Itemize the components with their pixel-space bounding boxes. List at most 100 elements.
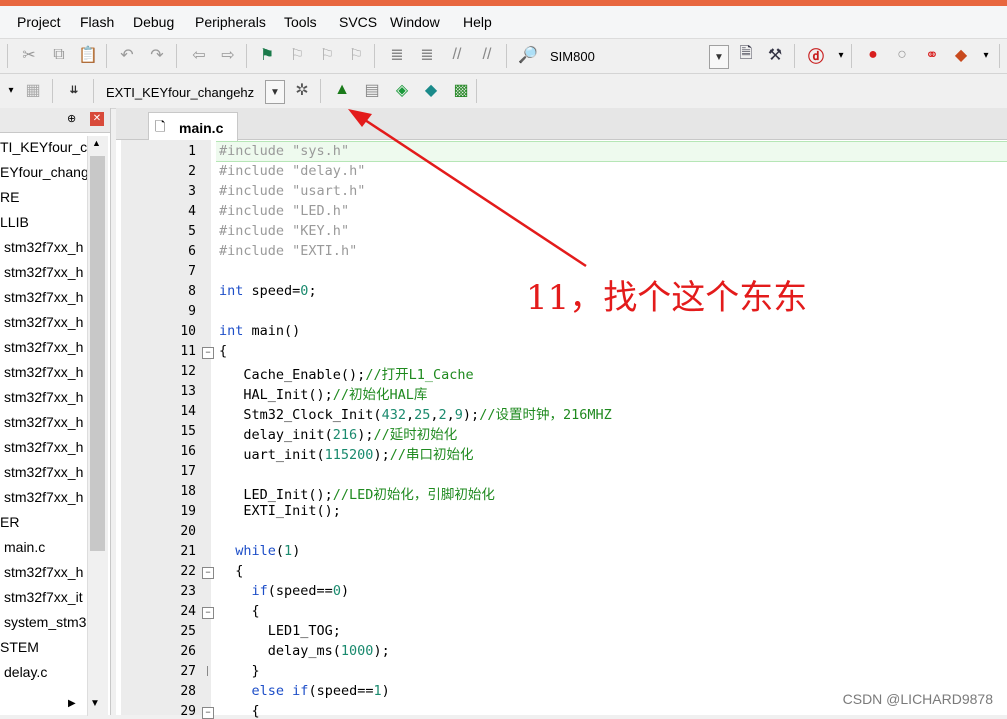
tree-item[interactable]: stm32f7xx_h (4, 364, 83, 380)
bookmark-icon[interactable]: ⚑ (256, 44, 278, 66)
code-line[interactable]: { (219, 603, 260, 619)
tree-item[interactable]: stm32f7xx_h (4, 489, 83, 505)
nav-back-icon[interactable]: ⇦ (188, 44, 210, 66)
tree-item[interactable]: stm32f7xx_h (4, 439, 83, 455)
pack-installer-icon[interactable]: ◈ (391, 79, 413, 101)
chevron-down-icon[interactable]: ▾ (830, 44, 852, 66)
find-icon[interactable]: 🗎 (735, 44, 757, 66)
fold-toggle-icon[interactable]: − (202, 567, 214, 579)
code-line[interactable]: { (219, 563, 243, 579)
tree-item[interactable]: stm32f7xx_h (4, 264, 83, 280)
breakpoint-clear-icon[interactable]: ⚭ (921, 44, 943, 66)
tree-item[interactable]: main.c (4, 539, 45, 555)
code-line[interactable]: LED1_TOG; (219, 623, 341, 639)
code-line[interactable]: LED_Init();//LED初始化，引脚初始化 (219, 483, 495, 503)
manage-runtime-icon[interactable]: ◆ (420, 79, 442, 101)
debug-start-icon[interactable]: ⓓ (805, 44, 827, 66)
tree-item[interactable]: stm32f7xx_h (4, 314, 83, 330)
scroll-thumb[interactable] (90, 156, 105, 551)
nav-forward-icon[interactable]: ⇨ (217, 44, 239, 66)
target-options-icon[interactable]: ✲ (291, 79, 313, 101)
menu-svcs[interactable]: SVCS (339, 14, 377, 30)
tree-item[interactable]: delay.c (4, 664, 47, 680)
chevron-down-icon[interactable]: ▾ (975, 44, 997, 66)
find-combo-dropdown[interactable]: ▼ (709, 45, 729, 69)
copy-icon[interactable]: ⧉ (48, 44, 70, 66)
code-line[interactable]: while(1) (219, 543, 300, 559)
code-line[interactable]: #include "delay.h" (219, 163, 365, 179)
code-line[interactable]: if(speed==0) (219, 583, 350, 599)
code-line[interactable]: int speed=0; (219, 283, 317, 299)
tree-item[interactable]: EYfour_chang (0, 164, 89, 180)
tree-item[interactable]: TI_KEYfour_ch (0, 139, 95, 155)
redo-icon[interactable]: ↷ (146, 44, 168, 66)
manage-components-icon[interactable]: ▲ (331, 79, 353, 101)
target-select-dropdown[interactable]: ▼ (265, 80, 285, 104)
scroll-up-arrow[interactable]: ▲ (92, 138, 101, 148)
bookmark-clear-icon[interactable]: ⚐ (345, 44, 367, 66)
tree-item[interactable]: STEM (0, 639, 39, 655)
code-line[interactable]: delay_ms(1000); (219, 643, 390, 659)
menu-help[interactable]: Help (463, 14, 492, 30)
code-line[interactable]: uart_init(115200);//串口初始化 (219, 443, 473, 463)
tree-item[interactable]: stm32f7xx_h (4, 389, 83, 405)
code-line[interactable]: #include "usart.h" (219, 183, 365, 199)
fold-toggle-icon[interactable]: − (202, 607, 214, 619)
tree-item[interactable]: stm32f7xx_h (4, 464, 83, 480)
code-line[interactable]: #include "sys.h" (219, 143, 349, 159)
code-line[interactable]: #include "EXTI.h" (219, 243, 357, 259)
comment-icon[interactable]: // (446, 44, 468, 66)
select-packs-icon[interactable]: ▤ (361, 79, 383, 101)
uncomment-icon[interactable]: // (476, 44, 498, 66)
tree-item[interactable]: ER (0, 514, 19, 530)
menu-flash[interactable]: Flash (80, 14, 114, 30)
tree-item[interactable]: stm32f7xx_h (4, 239, 83, 255)
fold-toggle-icon[interactable]: − (202, 347, 214, 359)
code-line[interactable]: #include "KEY.h" (219, 223, 349, 239)
code-line[interactable]: #include "LED.h" (219, 203, 349, 219)
find-in-files-icon[interactable]: 🔎 (517, 44, 539, 66)
tree-item[interactable]: LLIB (0, 214, 29, 230)
menu-window[interactable]: Window (390, 14, 440, 30)
fold-toggle-icon[interactable]: − (202, 707, 214, 719)
tree-item[interactable]: stm32f7xx_h (4, 414, 83, 430)
code-line[interactable]: } (219, 663, 260, 679)
tab-main-c[interactable]: 🗋 main.c (148, 112, 238, 141)
menu-peripherals[interactable]: Peripherals (195, 14, 266, 30)
batch-build-icon[interactable]: ▦ (22, 79, 44, 101)
menu-tools[interactable]: Tools (284, 14, 317, 30)
bookmark-next-icon[interactable]: ⚐ (316, 44, 338, 66)
incremental-find-icon[interactable]: ⚒ (764, 44, 786, 66)
tree-item[interactable]: stm32f7xx_it (4, 589, 83, 605)
scroll-down-arrow[interactable]: ▼ (90, 698, 100, 709)
code-line[interactable]: { (219, 343, 227, 359)
pack-icon[interactable]: ▩ (450, 79, 472, 101)
code-line[interactable]: Cache_Enable();//打开L1_Cache (219, 363, 473, 383)
tree-item[interactable]: stm32f7xx_h (4, 289, 83, 305)
menu-project[interactable]: Project (17, 14, 61, 30)
code-line[interactable]: int main() (219, 323, 300, 339)
chevron-down-icon[interactable]: ▾ (0, 79, 22, 101)
code-line[interactable]: else if(speed==1) (219, 683, 390, 699)
undo-icon[interactable]: ↶ (116, 44, 138, 66)
menu-debug[interactable]: Debug (133, 14, 174, 30)
breakpoint-icon[interactable]: ● (862, 44, 884, 66)
unindent-icon[interactable]: ≣ (416, 44, 438, 66)
code-line[interactable]: { (219, 703, 260, 719)
tree-item[interactable]: stm32f7xx_h (4, 564, 83, 580)
code-line[interactable]: Stm32_Clock_Init(432,25,2,9);//设置时钟，216M… (219, 403, 611, 423)
code-line[interactable]: EXTI_Init(); (219, 503, 341, 519)
paste-icon[interactable]: 📋 (77, 44, 99, 66)
cut-icon[interactable]: ✂ (18, 44, 40, 66)
tree-item[interactable]: RE (0, 189, 19, 205)
download-load-icon[interactable]: ⇊ (63, 79, 85, 101)
tree-item[interactable]: stm32f7xx_h (4, 339, 83, 355)
tree-vertical-scrollbar[interactable]: ▲ (87, 136, 108, 716)
tree-horizontal-scroll[interactable]: ▶ ▼ (66, 695, 107, 713)
pin-icon[interactable]: ⊕ (67, 112, 76, 125)
scroll-right-arrow[interactable]: ▶ (68, 698, 76, 709)
bookmark-prev-icon[interactable]: ⚐ (286, 44, 308, 66)
breakpoint-disable-icon[interactable]: ○ (891, 44, 913, 66)
tree-item[interactable]: system_stm3 (4, 614, 86, 630)
code-line[interactable]: HAL_Init();//初始化HAL库 (219, 383, 427, 403)
